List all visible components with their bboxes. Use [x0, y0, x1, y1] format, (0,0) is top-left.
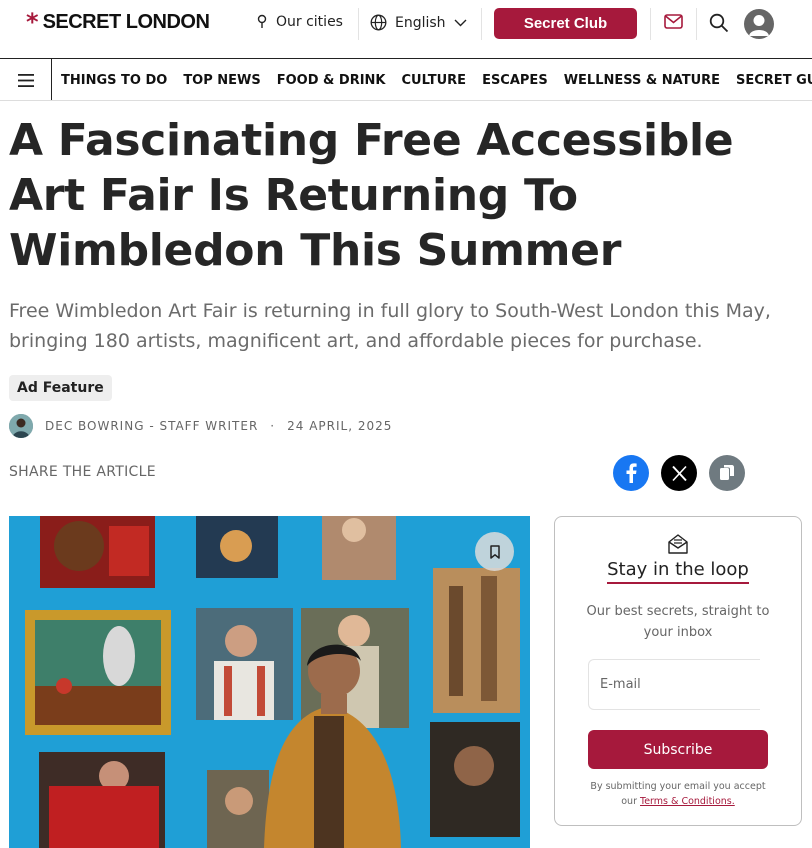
logo-text: SECRET LONDON [42, 10, 210, 33]
x-icon [671, 465, 687, 481]
newsletter-box: Stay in the loop Our best secrets, strai… [554, 516, 802, 826]
nav-item-wellness-nature[interactable]: WELLNESS & NATURE [564, 73, 720, 88]
terms-link[interactable]: Terms & Conditions. [640, 796, 735, 807]
nav-items: THINGS TO DO TOP NEWS FOOD & DRINK CULTU… [61, 59, 812, 100]
newsletter-description: Our best secrets, straight to your inbox [586, 604, 770, 640]
facebook-share-button[interactable] [613, 455, 649, 491]
category-nav: THINGS TO DO TOP NEWS FOOD & DRINK CULTU… [0, 58, 812, 101]
newsletter-title-text: Stay in the loop [607, 559, 749, 584]
secret-club-button[interactable]: Secret Club [494, 8, 637, 39]
hero-image [9, 516, 530, 848]
globe-icon [370, 14, 387, 31]
byline-separator: · [270, 419, 276, 433]
author-byline: DEC BOWRING - STAFF WRITER · 24 APRIL, 2… [9, 414, 392, 438]
logo-star: * [26, 8, 39, 36]
hamburger-menu-icon[interactable] [0, 59, 52, 100]
facebook-icon [626, 463, 637, 483]
newsletter-envelope-icon [668, 534, 688, 554]
our-cities-link[interactable]: Our cities [256, 14, 343, 30]
nav-item-top-news[interactable]: TOP NEWS [183, 73, 260, 88]
header-divider [650, 8, 651, 40]
language-label: English [395, 14, 446, 31]
email-field[interactable] [588, 659, 760, 710]
article-headline: A Fascinating Free Accessible Art Fair I… [9, 115, 734, 276]
nav-item-culture[interactable]: CULTURE [402, 73, 467, 88]
ad-feature-badge: Ad Feature [9, 375, 112, 401]
site-header: * SECRET LONDON Our cities English Secre… [0, 0, 812, 48]
bookmark-icon [489, 544, 500, 559]
mail-icon[interactable] [664, 13, 683, 30]
newsletter-legal: By submitting your email you accept our … [585, 779, 771, 809]
user-avatar-icon[interactable] [744, 9, 774, 39]
search-icon[interactable] [709, 13, 729, 33]
nav-item-things-to-do[interactable]: THINGS TO DO [61, 73, 167, 88]
article-subtitle: Free Wimbledon Art Fair is returning in … [9, 300, 771, 352]
location-pin-icon [257, 14, 267, 28]
newsletter-title: Stay in the loop [555, 559, 801, 584]
x-share-button[interactable] [661, 455, 697, 491]
language-selector[interactable]: English [370, 14, 467, 31]
our-cities-label: Our cities [276, 14, 343, 30]
bookmark-button[interactable] [475, 532, 514, 571]
site-logo[interactable]: * SECRET LONDON [26, 8, 210, 36]
subscribe-button[interactable]: Subscribe [588, 730, 768, 769]
copy-icon [720, 465, 734, 480]
author-avatar[interactable] [9, 414, 33, 438]
header-divider [358, 8, 359, 40]
nav-item-food-drink[interactable]: FOOD & DRINK [277, 73, 386, 88]
chevron-down-icon [454, 19, 467, 26]
nav-item-escapes[interactable]: ESCAPES [482, 73, 548, 88]
share-label: SHARE THE ARTICLE [9, 464, 156, 480]
header-divider [481, 8, 482, 40]
copy-link-button[interactable] [709, 455, 745, 491]
author-name[interactable]: DEC BOWRING - STAFF WRITER [45, 419, 258, 433]
publish-date: 24 APRIL, 2025 [287, 419, 393, 433]
header-divider [696, 8, 697, 40]
nav-item-secret-guides[interactable]: SECRET GUIDES [736, 73, 812, 88]
